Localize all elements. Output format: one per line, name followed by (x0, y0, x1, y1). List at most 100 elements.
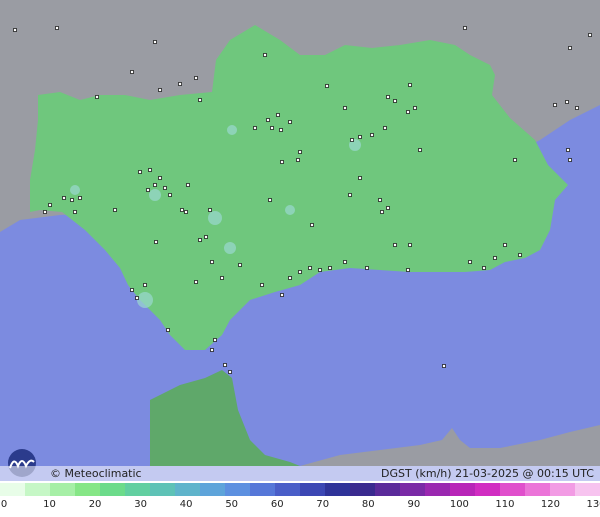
station-marker (386, 206, 390, 210)
station-marker (148, 168, 152, 172)
station-marker (198, 98, 202, 102)
scale-swatch (400, 483, 425, 496)
scale-tick-label: 30 (134, 499, 147, 510)
scale-tick-label: 100 (449, 499, 469, 510)
scale-swatch (150, 483, 175, 496)
station-marker (575, 106, 579, 110)
station-marker (253, 126, 257, 130)
station-marker (553, 103, 557, 107)
scale-tick-label: 10 (43, 499, 56, 510)
station-marker (146, 188, 150, 192)
scale-tick-label: 0 (0, 499, 8, 510)
scale-swatch (350, 483, 375, 496)
scale-swatch (575, 483, 600, 496)
station-marker (130, 70, 134, 74)
station-marker (62, 196, 66, 200)
station-marker (393, 243, 397, 247)
station-marker (318, 268, 322, 272)
station-marker (163, 186, 167, 190)
station-marker (143, 283, 147, 287)
station-marker (568, 46, 572, 50)
color-scale: 0 10 20 30 40 50 60 70 80 90 100 110 120 130 (0, 481, 600, 517)
station-marker (408, 243, 412, 247)
scale-swatch (250, 483, 275, 496)
station-marker (513, 158, 517, 162)
station-marker (158, 88, 162, 92)
wind-gust-map (0, 0, 600, 481)
station-marker (186, 183, 190, 187)
station-marker (48, 203, 52, 207)
station-marker (518, 253, 522, 257)
scale-swatch (100, 483, 125, 496)
station-marker (418, 148, 422, 152)
station-marker (370, 133, 374, 137)
station-marker (358, 176, 362, 180)
station-marker (279, 128, 283, 132)
station-marker (276, 113, 280, 117)
scale-swatch (275, 483, 300, 496)
station-marker (413, 106, 417, 110)
station-marker (280, 293, 284, 297)
station-marker (288, 276, 292, 280)
station-marker (130, 288, 134, 292)
scale-tick-label: 90 (407, 499, 421, 510)
station-marker (308, 266, 312, 270)
station-marker (568, 158, 572, 162)
station-marker (493, 256, 497, 260)
station-marker (386, 95, 390, 99)
color-scale-bar (0, 483, 600, 496)
station-marker (43, 210, 47, 214)
station-marker (166, 328, 170, 332)
station-marker (442, 364, 446, 368)
scale-swatch (325, 483, 350, 496)
station-marker (213, 338, 217, 342)
station-marker (463, 26, 467, 30)
scale-swatch (225, 483, 250, 496)
scale-swatch (375, 483, 400, 496)
station-marker (158, 176, 162, 180)
scale-tick-label: 110 (495, 499, 515, 510)
scale-swatch (50, 483, 75, 496)
station-marker (406, 268, 410, 272)
station-marker (178, 82, 182, 86)
station-marker (268, 198, 272, 202)
station-marker (383, 126, 387, 130)
scale-swatch (550, 483, 575, 496)
station-marker (270, 126, 274, 130)
station-marker (365, 266, 369, 270)
station-marker (343, 106, 347, 110)
station-marker (73, 210, 77, 214)
station-marker (328, 266, 332, 270)
station-marker (408, 83, 412, 87)
station-marker (194, 280, 198, 284)
station-marker (482, 266, 486, 270)
scale-tick-label: 70 (316, 499, 330, 510)
credit-label: © Meteoclimatic (50, 467, 142, 480)
station-marker (184, 210, 188, 214)
scale-tick-label: 50 (225, 499, 239, 510)
station-marker (180, 208, 184, 212)
station-marker (210, 348, 214, 352)
station-marker (343, 260, 347, 264)
station-marker (565, 100, 569, 104)
station-marker (55, 26, 59, 30)
scale-swatch (200, 483, 225, 496)
station-marker (503, 243, 507, 247)
scale-swatch (525, 483, 550, 496)
station-marker (468, 260, 472, 264)
station-marker (298, 150, 302, 154)
station-marker (138, 170, 142, 174)
station-marker (380, 210, 384, 214)
station-marker (168, 193, 172, 197)
station-marker (350, 138, 354, 142)
scale-swatch (475, 483, 500, 496)
station-marker (296, 158, 300, 162)
station-marker (566, 148, 570, 152)
station-marker (204, 235, 208, 239)
scale-tick-label: 130 (586, 499, 600, 510)
station-marker (298, 270, 302, 274)
scale-swatch (300, 483, 325, 496)
scale-swatch (0, 483, 25, 496)
station-marker (228, 370, 232, 374)
station-marker (238, 263, 242, 267)
